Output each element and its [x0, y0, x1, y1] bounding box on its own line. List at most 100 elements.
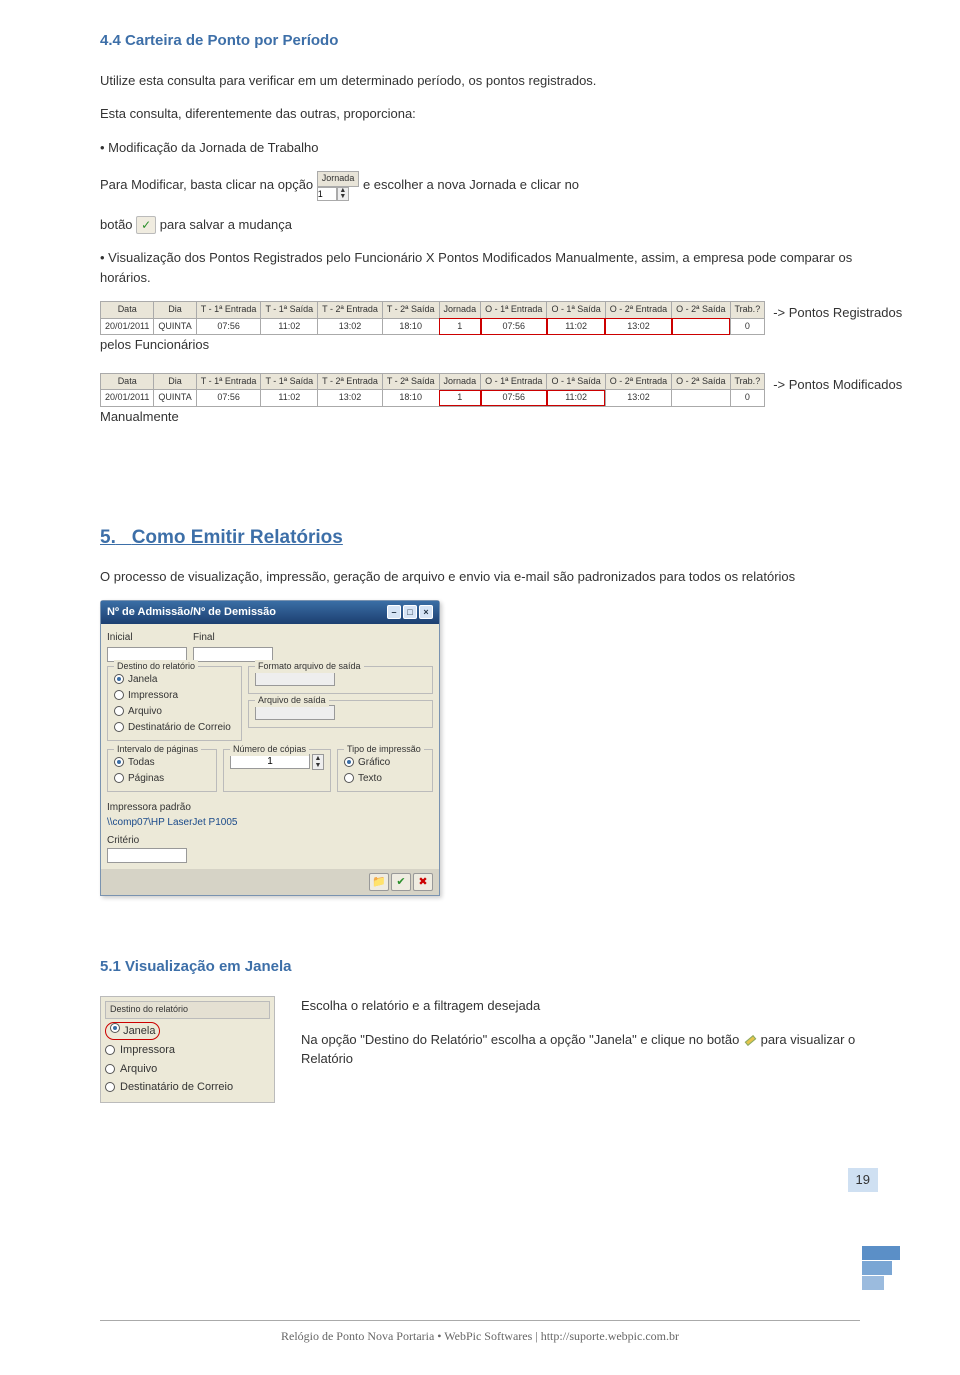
dialog-browse-button[interactable]: 📁 [369, 873, 389, 891]
dialog-close-icon[interactable]: × [419, 605, 433, 619]
input-copias[interactable] [230, 754, 310, 769]
radio-impressora-2[interactable] [105, 1045, 115, 1055]
opt-paginas: Páginas [128, 771, 164, 786]
label-impressora-padrao: Impressora padrão [107, 800, 433, 815]
table-cell: 13:02 [318, 390, 383, 407]
radio-arquivo[interactable] [114, 706, 124, 716]
table-cell: 1 [439, 318, 481, 335]
spin-up-icon[interactable]: ▲ [313, 755, 323, 762]
table-registrados-wrap: DataDiaT - 1ª EntradaT - 1ª SaídaT - 2ª … [100, 301, 765, 355]
page-number: 19 [848, 1168, 878, 1192]
table-col-header: O - 1ª Saída [547, 302, 605, 319]
table-cell: 1 [439, 390, 481, 407]
value-impressora-padrao: \\comp07\HP LaserJet P1005 [107, 815, 433, 830]
dialog-titlebar[interactable]: Nº de Admissão/Nº de Demissão – □ × [101, 601, 439, 624]
radio-arquivo-2[interactable] [105, 1064, 115, 1074]
destino-panel: Destino do relatório Janela Impressora A… [100, 996, 275, 1103]
modificados-label: -> Pontos Modificados [773, 373, 902, 395]
report-dialog: Nº de Admissão/Nº de Demissão – □ × Inic… [100, 600, 440, 896]
section-4-4-title: 4.4 Carteira de Ponto por Período [100, 30, 860, 53]
section-5-title: 5. Como Emitir Relatórios [100, 524, 860, 553]
table-col-header: T - 1ª Entrada [196, 373, 261, 390]
dialog-max-icon[interactable]: □ [403, 605, 417, 619]
radio-correio[interactable] [114, 722, 124, 732]
modify-pre: Para Modificar, basta clicar na opção [100, 177, 313, 192]
opt-arquivo: Arquivo [128, 704, 162, 719]
radio-paginas[interactable] [114, 773, 124, 783]
section-5-text: Como Emitir Relatórios [132, 527, 343, 548]
table-col-header: T - 1ª Saída [261, 373, 318, 390]
table-col-header: Data [101, 373, 154, 390]
table-cell: 13:02 [605, 390, 671, 407]
section-5-number: 5. [100, 527, 116, 548]
table-cell: 0 [730, 318, 765, 335]
group-destino: Destino do relatório Janela Impressora A… [107, 666, 242, 741]
table-col-header: T - 1ª Entrada [196, 302, 261, 319]
jornada-spinner[interactable]: ▲▼ [337, 187, 349, 201]
table-cell: 13:02 [605, 318, 671, 335]
table-cell: 20/01/2011 [101, 390, 154, 407]
table-col-header: Jornada [439, 302, 481, 319]
dialog-title-text: Nº de Admissão/Nº de Demissão [107, 604, 276, 621]
dialog-ok-button[interactable]: ✔ [391, 873, 411, 891]
opt-impressora: Impressora [128, 688, 178, 703]
legend-intervalo: Intervalo de páginas [114, 743, 201, 757]
legend-destino: Destino do relatório [114, 660, 198, 674]
table-cell: 13:02 [318, 318, 383, 335]
table-cell: 20/01/2011 [101, 318, 154, 335]
radio-impressora[interactable] [114, 690, 124, 700]
s44-p2: Esta consulta, diferentemente das outras… [100, 104, 860, 124]
dialog-min-icon[interactable]: – [387, 605, 401, 619]
radio-texto[interactable] [344, 773, 354, 783]
destino-tab: Destino do relatório [105, 1001, 270, 1019]
table-cell: 11:02 [261, 318, 318, 335]
registrados-label: -> Pontos Registrados [773, 301, 902, 323]
table-col-header: O - 2ª Entrada [605, 302, 671, 319]
table-cell: 07:56 [481, 390, 547, 407]
table-cell [672, 318, 730, 335]
legend-arquivo: Arquivo de saída [255, 694, 329, 708]
s51-p1: Escolha o relatório e a filtragem deseja… [301, 996, 860, 1016]
table-cell: 11:02 [547, 390, 605, 407]
section-5-1-title: 5.1 Visualização em Janela [100, 956, 860, 979]
s5-p1: O processo de visualização, impressão, g… [100, 567, 860, 587]
radio-todas[interactable] [114, 757, 124, 767]
radio-janela-highlighted[interactable]: Janela [105, 1022, 160, 1041]
group-intervalo: Intervalo de páginas Todas Páginas [107, 749, 217, 792]
table-row: 20/01/2011QUINTA07:5611:0213:0218:10107:… [101, 318, 765, 335]
spin-down-icon[interactable]: ▼ [313, 762, 323, 769]
input-criterio[interactable] [107, 848, 187, 863]
dialog-close-button[interactable]: ✖ [413, 873, 433, 891]
table-cell: 11:02 [261, 390, 318, 407]
radio-correio-2[interactable] [105, 1082, 115, 1092]
opt-arquivo-2: Arquivo [120, 1061, 157, 1078]
label-final: Final [193, 630, 273, 645]
ponto-table-2: DataDiaT - 1ª EntradaT - 1ª SaídaT - 2ª … [100, 373, 765, 407]
table-col-header: T - 1ª Saída [261, 302, 318, 319]
jornada-label: Jornada [317, 171, 360, 187]
table-col-header: Trab.? [730, 373, 765, 390]
opt-texto: Texto [358, 771, 382, 786]
pencil-icon[interactable] [743, 1033, 757, 1047]
table-cell: 07:56 [196, 390, 261, 407]
table-col-header: Data [101, 302, 154, 319]
s51-p2-pre: Na opção "Destino do Relatório" escolha … [301, 1032, 743, 1047]
table-col-header: O - 1ª Entrada [481, 302, 547, 319]
btn-pre: botão [100, 217, 136, 232]
jornada-widget[interactable]: Jornada ▲▼ [317, 171, 360, 201]
table-cell: QUINTA [154, 390, 196, 407]
table-cell: QUINTA [154, 318, 196, 335]
jornada-input[interactable] [317, 187, 337, 201]
legend-tipo: Tipo de impressão [344, 743, 424, 757]
table-row: 20/01/2011QUINTA07:5611:0213:0218:10107:… [101, 390, 765, 407]
table-cell: 11:02 [547, 318, 605, 335]
save-button-icon[interactable]: ✓ [136, 216, 156, 234]
radio-grafico[interactable] [344, 757, 354, 767]
table-col-header: O - 2ª Saída [672, 373, 730, 390]
radio-janela[interactable] [114, 674, 124, 684]
table-header-row: DataDiaT - 1ª EntradaT - 1ª SaídaT - 2ª … [101, 302, 765, 319]
group-tipo: Tipo de impressão Gráfico Texto [337, 749, 433, 792]
table-modificados-wrap: DataDiaT - 1ª EntradaT - 1ª SaídaT - 2ª … [100, 373, 765, 427]
label-inicial: Inicial [107, 630, 187, 645]
opt-janela-2: Janela [123, 1023, 155, 1040]
